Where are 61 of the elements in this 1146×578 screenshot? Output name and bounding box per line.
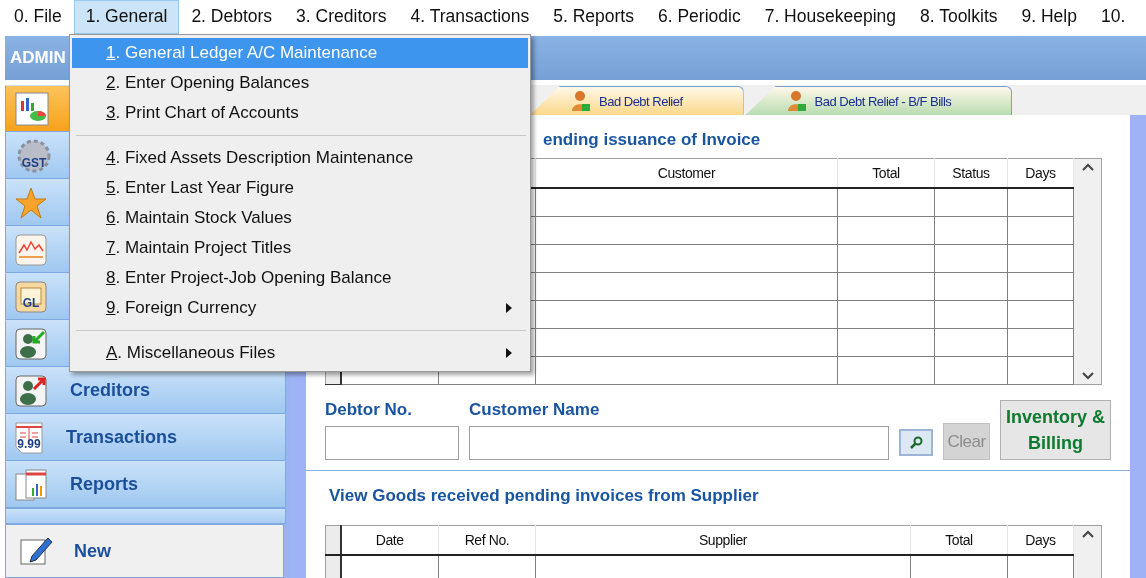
sidebar-item[interactable]: 9.99 Transactions bbox=[5, 414, 286, 461]
tab[interactable]: Bad Debt Relief - B/F Bills bbox=[745, 86, 1013, 115]
scroll-up-icon[interactable] bbox=[1081, 530, 1094, 538]
icon-text: GST bbox=[21, 155, 47, 170]
tab[interactable]: Bad Debt Relief bbox=[530, 86, 744, 115]
report-icon bbox=[14, 467, 48, 502]
sidebar-item[interactable]: Creditors bbox=[5, 367, 286, 414]
column-header[interactable]: Date bbox=[375, 532, 404, 548]
star-icon bbox=[14, 185, 48, 220]
search-icon bbox=[909, 435, 923, 450]
menu-item[interactable]: 8. Toolkits bbox=[908, 0, 1010, 34]
menu-item[interactable]: 7. Housekeeping bbox=[752, 0, 908, 34]
menu-item[interactable]: 10. bbox=[1088, 0, 1138, 34]
person-icon bbox=[571, 90, 591, 112]
ledger-icon bbox=[14, 279, 48, 314]
icon-text: GL bbox=[22, 295, 40, 310]
column-header[interactable]: Ref No. bbox=[464, 532, 510, 548]
menu-item[interactable]: 3. Print Chart of Accounts bbox=[72, 98, 528, 128]
inventory-billing-button[interactable]: Inventory & Billing bbox=[1000, 400, 1111, 460]
new-button[interactable]: New bbox=[5, 524, 284, 578]
menu-item[interactable]: 6. Maintain Stock Values bbox=[72, 203, 528, 233]
menu-item[interactable]: 0. File bbox=[2, 0, 74, 34]
menu-item[interactable]: 9. Help bbox=[1009, 0, 1089, 34]
menu-item[interactable]: 5. Enter Last Year Figure bbox=[72, 173, 528, 203]
column-header[interactable]: Status bbox=[952, 165, 990, 181]
icon-text: 9.99 bbox=[17, 436, 41, 451]
scroll-up-icon[interactable] bbox=[1081, 163, 1094, 171]
menu-item[interactable]: 8. Enter Project-Job Opening Balance bbox=[72, 263, 528, 293]
customer-name-field[interactable] bbox=[469, 426, 889, 460]
menu-item[interactable]: 5. Reports bbox=[541, 0, 646, 34]
column-header[interactable]: Customer bbox=[657, 165, 716, 181]
scrollbar[interactable] bbox=[1074, 158, 1102, 385]
chart-icon bbox=[14, 90, 50, 127]
menu-item[interactable]: A. Miscellaneous Files bbox=[72, 338, 528, 368]
debtor-number-field[interactable] bbox=[325, 426, 459, 460]
column-header[interactable]: Days bbox=[1025, 532, 1056, 548]
search-button[interactable] bbox=[899, 429, 933, 456]
section-title: View Goods received pending invoices from Supplier bbox=[328, 485, 760, 506]
line-chart-icon bbox=[14, 232, 48, 267]
header-title: ADMIN bbox=[10, 48, 66, 68]
scroll-down-icon[interactable] bbox=[1081, 372, 1094, 380]
section-title: ending issuance of Invoice bbox=[542, 129, 762, 150]
scrollbar[interactable] bbox=[1074, 525, 1102, 578]
menu-item[interactable]: 1. General bbox=[73, 0, 180, 34]
person-icon bbox=[786, 90, 807, 112]
column-header[interactable]: Total bbox=[872, 165, 900, 181]
column-header[interactable]: Supplier bbox=[698, 532, 748, 548]
receipt-icon bbox=[14, 420, 44, 455]
field-label: Debtor No. bbox=[325, 400, 413, 420]
menu-item[interactable]: 2. Enter Opening Balances bbox=[72, 68, 528, 98]
menu-item[interactable]: 9. Foreign Currency bbox=[72, 293, 528, 323]
menu-item[interactable]: 3. Creditors bbox=[284, 0, 399, 34]
menu-item[interactable]: 4. Transactions bbox=[398, 0, 542, 34]
field-label: Customer Name bbox=[469, 400, 601, 420]
menu-item[interactable]: 7. Maintain Project Titles bbox=[72, 233, 528, 263]
menu-item[interactable]: 4. Fixed Assets Description Maintenance bbox=[72, 143, 528, 173]
menu-item[interactable]: 6. Periodic bbox=[645, 0, 753, 34]
menu-item[interactable]: 2. Debtors bbox=[179, 0, 285, 34]
column-header[interactable]: Days bbox=[1025, 165, 1056, 181]
sidebar-item[interactable]: Reports bbox=[5, 461, 286, 508]
column-header[interactable]: Total bbox=[945, 532, 973, 548]
